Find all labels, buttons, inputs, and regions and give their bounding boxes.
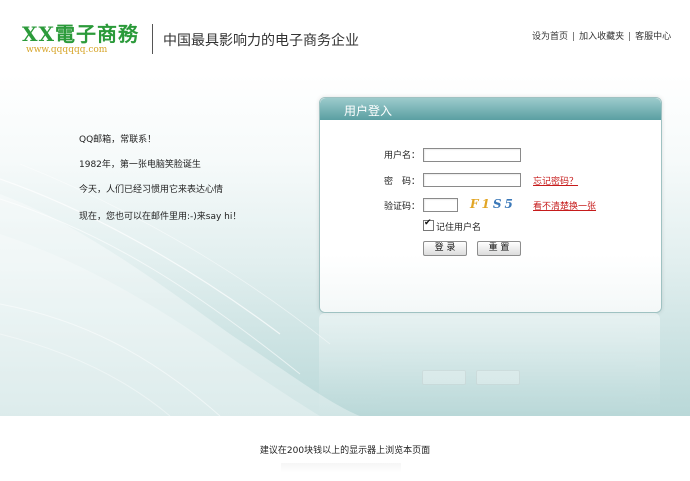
link-separator: | [628, 32, 632, 42]
login-panel-reflection [319, 313, 660, 417]
captcha-input[interactable] [423, 198, 458, 212]
top-links: 设为首页 | 加入收藏夹 | 客服中心 [532, 29, 671, 42]
header: XX電子商務 www.qqqqqq.com 中国最具影响力的电子商务企业 设为首… [0, 0, 690, 74]
login-panel-body: 用户名： 密 码： 忘记密码？ 验证码： F1S5 看不清楚换一张 ✔ 记住用户… [320, 120, 661, 312]
refresh-captcha-link[interactable]: 看不清楚换一张 [533, 199, 596, 212]
tagline: 中国最具影响力的电子商务企业 [163, 33, 359, 49]
page: XX電子商務 www.qqqqqq.com 中国最具影响力的电子商务企业 设为首… [0, 0, 690, 481]
logo-title: XX電子商務 [22, 22, 140, 46]
remember-label: 记住用户名 [436, 223, 482, 233]
reset-button[interactable]: 重 置 [477, 241, 521, 256]
login-panel-header: 用户登入 [320, 98, 661, 120]
login-button[interactable]: 登 录 [423, 241, 467, 256]
header-divider [152, 24, 153, 54]
logo-url: www.qqqqqq.com [26, 45, 108, 55]
password-input[interactable] [423, 173, 521, 187]
footer-reflection [281, 463, 401, 473]
reflection-shape [476, 370, 520, 385]
footer-note: 建议在200块钱以上的显示器上浏览本页面 [259, 446, 431, 456]
intro-line: 1982年，第一张电脑笑脸诞生 [79, 160, 201, 170]
intro-line: QQ邮箱，常联系！ [79, 135, 157, 145]
intro-line: 现在，您也可以在邮件里用:-)来say hi！ [79, 212, 242, 222]
login-title: 用户登入 [344, 104, 393, 118]
link-separator: | [572, 32, 576, 42]
login-panel: 用户登入 用户名： 密 码： 忘记密码？ 验证码： F1S5 看不清楚换一张 ✔… [319, 97, 662, 313]
check-icon: ✔ [424, 218, 432, 228]
username-input[interactable] [423, 148, 521, 162]
username-label: 用户名： [384, 151, 421, 161]
captcha-label: 验证码： [384, 202, 421, 212]
intro-line: 今天，人们已经习惯用它来表达心情 [79, 185, 224, 195]
captcha-image: F1S5 [470, 197, 516, 211]
add-favorites-link[interactable]: 加入收藏夹 [579, 32, 624, 42]
customer-service-link[interactable]: 客服中心 [635, 32, 671, 42]
forgot-password-link[interactable]: 忘记密码？ [533, 174, 578, 187]
logo[interactable]: XX電子商務 www.qqqqqq.com [22, 18, 147, 60]
set-homepage-link[interactable]: 设为首页 [532, 32, 568, 42]
captcha-text: S5 [492, 197, 516, 211]
reflection-shape [422, 370, 466, 385]
captcha-text: F1 [470, 197, 493, 211]
remember-checkbox[interactable]: ✔ [423, 218, 434, 231]
password-label: 密 码： [384, 177, 421, 187]
